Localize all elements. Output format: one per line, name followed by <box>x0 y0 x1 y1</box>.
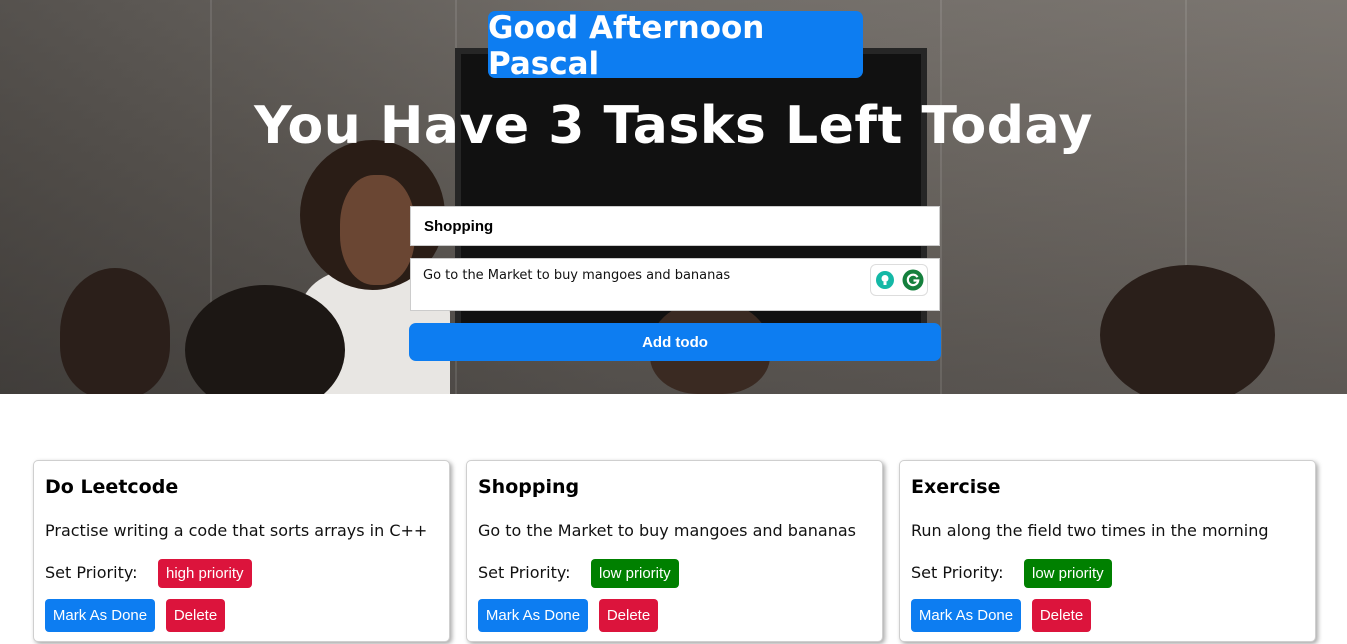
delete-button[interactable]: Delete <box>599 599 658 632</box>
todo-description-wrapper: Go to the Market to buy mangoes and bana… <box>410 258 940 311</box>
priority-label: Set Priority: <box>45 563 138 582</box>
delete-button[interactable]: Delete <box>1032 599 1091 632</box>
priority-badge-high[interactable]: high priority <box>158 559 252 588</box>
priority-label: Set Priority: <box>478 563 571 582</box>
todo-description: Run along the field two times in the mor… <box>911 521 1269 540</box>
todo-card: Shopping Go to the Market to buy mangoes… <box>466 460 883 642</box>
greeting-banner: Good Afternoon Pascal <box>488 10 863 82</box>
todo-card: Do Leetcode Practise writing a code that… <box>33 460 450 642</box>
add-todo-button[interactable]: Add todo <box>409 323 941 361</box>
priority-badge-low[interactable]: low priority <box>591 559 679 588</box>
lightbulb-icon <box>875 271 894 289</box>
background-person <box>1100 265 1275 394</box>
mark-done-button[interactable]: Mark As Done <box>45 599 155 632</box>
todo-description-input[interactable]: Go to the Market to buy mangoes and bana… <box>410 258 940 311</box>
background-person <box>340 175 415 285</box>
delete-button[interactable]: Delete <box>166 599 225 632</box>
todo-title: Do Leetcode <box>45 476 179 498</box>
priority-label: Set Priority: <box>911 563 1004 582</box>
todo-title-input[interactable] <box>410 206 940 246</box>
todo-description: Practise writing a code that sorts array… <box>45 521 428 540</box>
tasks-left-heading: You Have 3 Tasks Left Today <box>254 96 1093 156</box>
priority-badge-low[interactable]: low priority <box>1024 559 1112 588</box>
todo-card: Exercise Run along the field two times i… <box>899 460 1316 642</box>
todo-title: Exercise <box>911 476 1001 498</box>
todo-description: Go to the Market to buy mangoes and bana… <box>478 521 856 540</box>
background-person <box>60 268 170 394</box>
todo-title: Shopping <box>478 476 580 498</box>
mark-done-button[interactable]: Mark As Done <box>478 599 588 632</box>
mark-done-button[interactable]: Mark As Done <box>911 599 1021 632</box>
grammarly-icon <box>902 269 923 291</box>
hero-banner: Good Afternoon Pascal You Have 3 Tasks L… <box>0 0 1347 394</box>
grammar-assistant-widget[interactable] <box>870 264 928 296</box>
